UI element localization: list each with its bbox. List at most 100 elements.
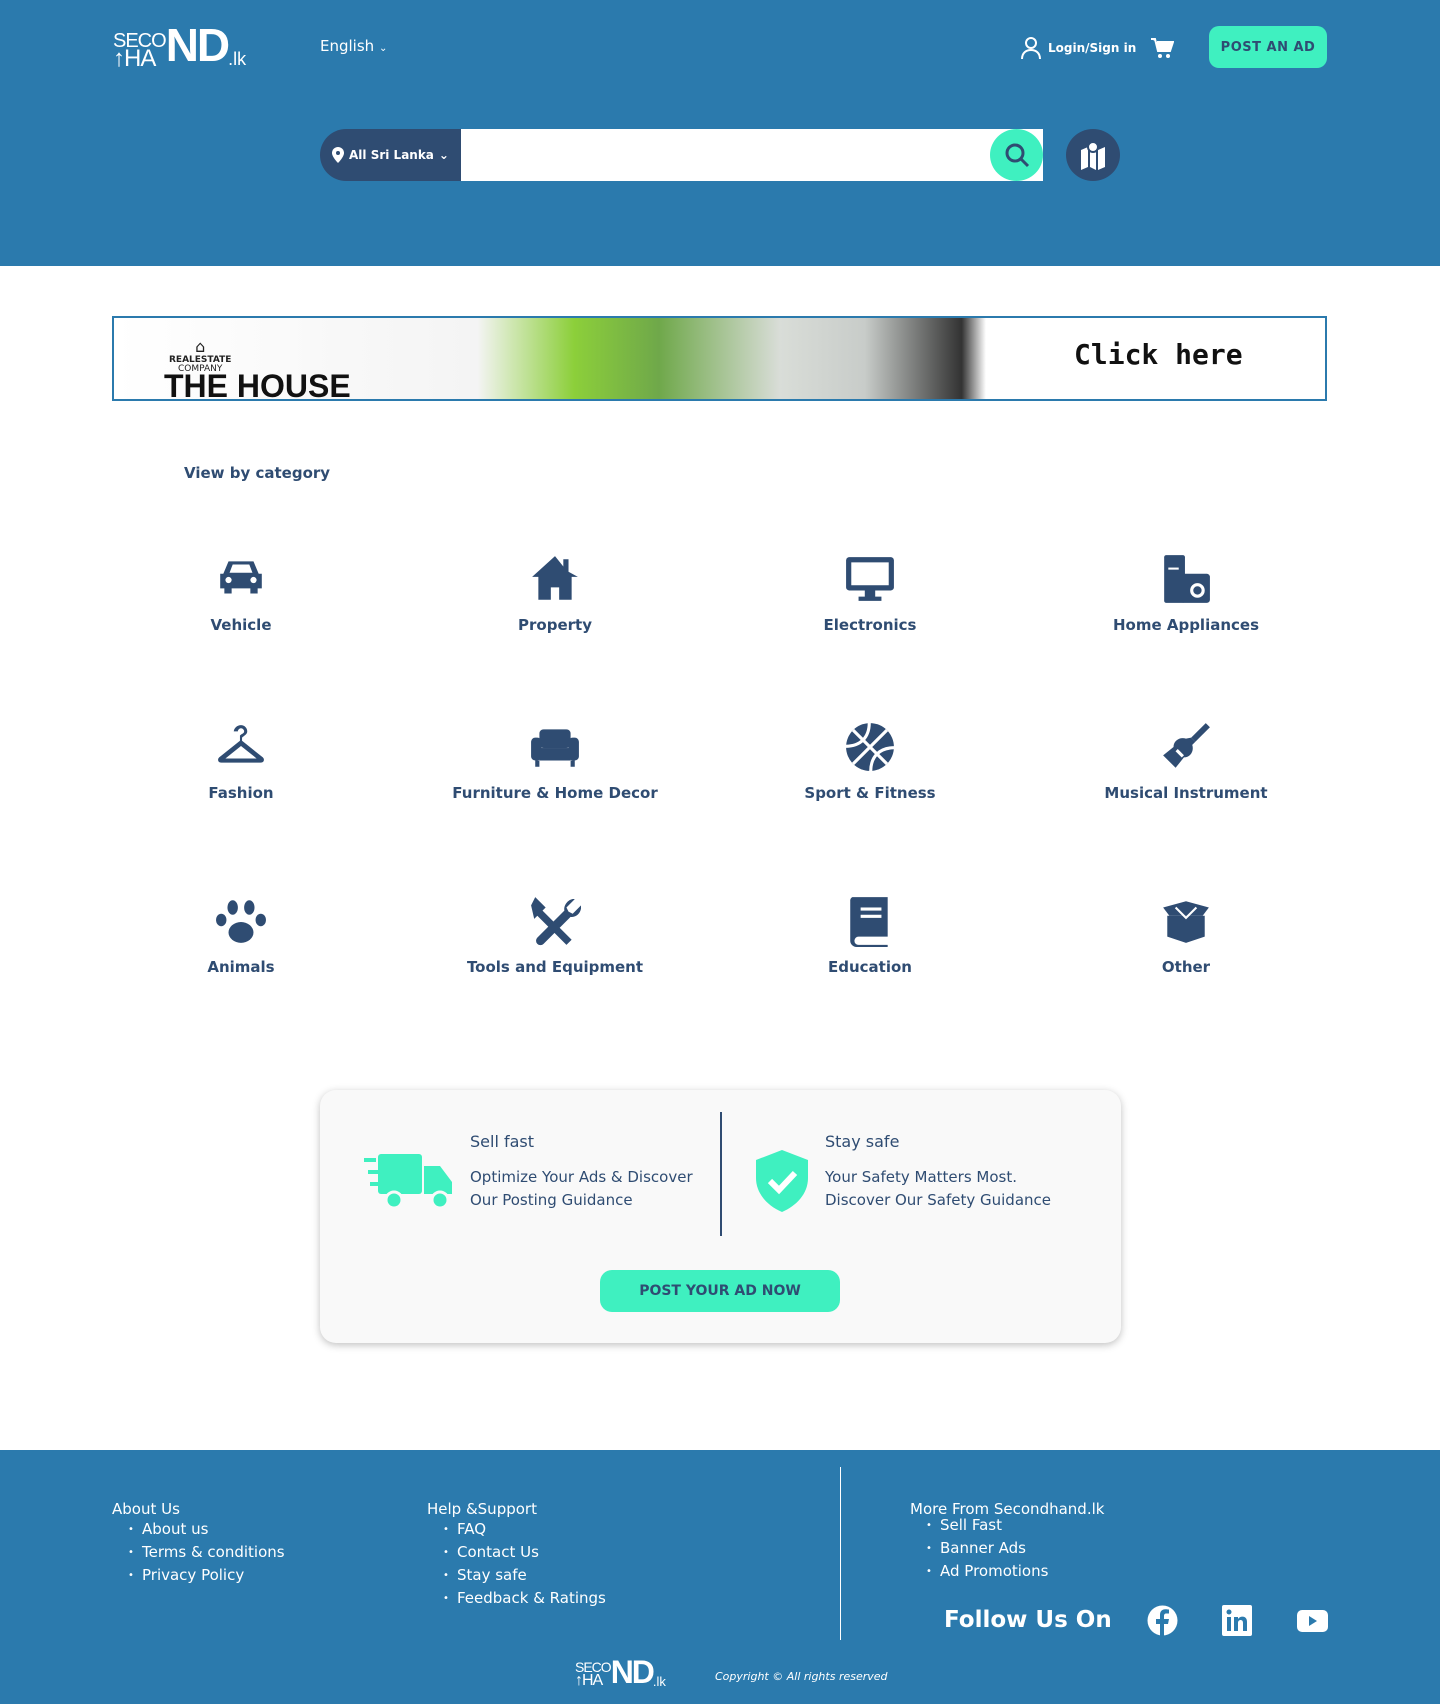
category-label: Other <box>1161 958 1211 976</box>
banner-cta[interactable]: Click here <box>1074 338 1243 371</box>
footer-about: About Us About usTerms & conditionsPriva… <box>112 1500 285 1587</box>
category-label: Tools and Equipment <box>466 958 644 976</box>
stay-safe-text: Discover Our Safety Guidance <box>825 1191 1051 1209</box>
section-title: View by category <box>184 464 331 482</box>
logo-text: .lk <box>652 1674 666 1689</box>
map-button[interactable] <box>1066 129 1120 181</box>
category-fashion[interactable]: Fashion <box>121 721 361 802</box>
delivery-truck-icon <box>364 1154 452 1210</box>
login-link[interactable]: Login/Sign in <box>1020 36 1136 60</box>
shield-check-icon <box>756 1150 808 1212</box>
sell-fast-text: Our Posting Guidance <box>470 1191 633 1209</box>
car-icon <box>220 561 262 594</box>
footer-heading: Help &Support <box>427 1500 537 1518</box>
logo-text: ND <box>610 1654 655 1690</box>
house-icon <box>532 556 578 600</box>
chevron-down-icon: ⌄ <box>378 43 388 54</box>
category-label: Sport & Fitness <box>804 784 936 802</box>
category-property[interactable]: Property <box>435 553 675 634</box>
location-label: All Sri Lanka <box>349 148 434 162</box>
category-musical-instrument[interactable]: Musical Instrument <box>1066 721 1306 802</box>
footer-link[interactable]: Sell Fast <box>926 1514 1104 1537</box>
sofa-icon <box>531 729 579 767</box>
sell-fast-text: Optimize Your Ads & Discover <box>470 1168 693 1186</box>
hanger-icon <box>218 725 264 763</box>
category-electronics[interactable]: Electronics <box>750 553 990 634</box>
search-bar: All Sri Lanka ⌄ <box>320 129 1043 181</box>
category-animals[interactable]: Animals <box>121 895 361 976</box>
map-icon <box>1081 141 1105 170</box>
category-label: Vehicle <box>210 616 272 634</box>
category-education[interactable]: Education <box>750 895 990 976</box>
language-select[interactable]: English ⌄ <box>320 37 387 55</box>
search-button[interactable] <box>990 129 1043 181</box>
footer-link[interactable]: Ad Promotions <box>926 1560 1104 1583</box>
category-label: Furniture & Home Decor <box>452 784 658 802</box>
monitor-icon <box>846 557 894 601</box>
ad-banner[interactable]: ⌂ REALESTATE COMPANY THE HOUSE Click here <box>112 316 1327 401</box>
footer-help: Help &Support FAQContact UsStay safeFeed… <box>427 1500 606 1610</box>
footer-logo: SECO ↑HA ND .lk <box>575 1654 666 1690</box>
category-label: Fashion <box>208 784 274 802</box>
search-icon <box>1005 143 1029 168</box>
category-label: Property <box>518 616 592 634</box>
footer-link[interactable]: Feedback & Ratings <box>443 1587 606 1610</box>
category-home-appliances[interactable]: Home Appliances <box>1066 553 1306 634</box>
footer-link[interactable]: Privacy Policy <box>128 1564 285 1587</box>
site-footer: About Us About usTerms & conditionsPriva… <box>0 1450 1440 1704</box>
footer-link[interactable]: Stay safe <box>443 1564 606 1587</box>
footer-link[interactable]: FAQ <box>443 1518 606 1541</box>
site-logo[interactable]: SECO ↑HA ND .lk <box>113 19 247 72</box>
stay-safe-text: Your Safety Matters Most. <box>825 1168 1017 1186</box>
category-tools-and-equipment[interactable]: Tools and Equipment <box>435 895 675 976</box>
user-icon <box>1021 37 1041 60</box>
youtube-icon[interactable] <box>1297 1610 1328 1632</box>
category-label: Animals <box>207 958 275 976</box>
facebook-icon[interactable] <box>1147 1605 1178 1636</box>
cart-icon[interactable] <box>1150 36 1175 64</box>
location-pin-icon <box>332 147 344 163</box>
linkedin-icon[interactable] <box>1222 1605 1252 1636</box>
footer-link[interactable]: Banner Ads <box>926 1537 1104 1560</box>
category-label: Musical Instrument <box>1104 784 1268 802</box>
tools-icon <box>531 897 581 946</box>
logo-text: ↑HA <box>113 45 156 72</box>
copyright: Copyright © All rights reserved <box>715 1670 888 1683</box>
banner-title: THE HOUSE <box>164 368 351 401</box>
footer-link[interactable]: Contact Us <box>443 1541 606 1564</box>
book-icon <box>850 897 888 947</box>
footer-link[interactable]: Terms & conditions <box>128 1541 285 1564</box>
appliance-icon <box>1164 555 1210 603</box>
footer-heading: About Us <box>112 1500 180 1518</box>
logo-text: .lk <box>228 49 247 69</box>
stay-safe-title: Stay safe <box>825 1132 900 1151</box>
category-vehicle[interactable]: Vehicle <box>121 553 361 634</box>
divider <box>720 1112 722 1236</box>
follow-us-label: Follow Us On <box>944 1607 1112 1633</box>
paw-icon <box>216 900 266 943</box>
logo-text: ↑HA <box>575 1672 603 1689</box>
category-other[interactable]: Other <box>1066 895 1306 976</box>
language-label: English <box>320 37 375 55</box>
post-ad-button[interactable]: POST AN AD <box>1209 26 1327 68</box>
site-header: SECO ↑HA ND .lk English ⌄ Login/Sign in PO… <box>0 0 1440 266</box>
category-sport-fitness[interactable]: Sport & Fitness <box>750 721 990 802</box>
footer-link[interactable]: About us <box>128 1518 285 1541</box>
logo-text: ND <box>165 19 230 71</box>
chevron-down-icon: ⌄ <box>438 148 449 162</box>
category-label: Home Appliances <box>1112 616 1260 634</box>
location-select[interactable]: All Sri Lanka ⌄ <box>320 129 461 181</box>
post-your-ad-button[interactable]: POST YOUR AD NOW <box>600 1270 840 1312</box>
guitar-icon <box>1163 723 1210 768</box>
category-label: Education <box>828 958 912 976</box>
box-icon <box>1163 901 1209 943</box>
footer-divider <box>840 1467 841 1640</box>
promo-card: Sell fast Optimize Your Ads & Discover O… <box>320 1090 1121 1343</box>
sell-fast-title: Sell fast <box>470 1132 535 1151</box>
footer-more: More From Secondhand.lk Sell FastBanner … <box>910 1500 1104 1583</box>
search-input[interactable] <box>461 129 1043 181</box>
category-label: Electronics <box>823 616 917 634</box>
category-furniture-home-decor[interactable]: Furniture & Home Decor <box>435 721 675 802</box>
basketball-icon <box>845 722 895 772</box>
login-label: Login/Sign in <box>1048 41 1137 55</box>
